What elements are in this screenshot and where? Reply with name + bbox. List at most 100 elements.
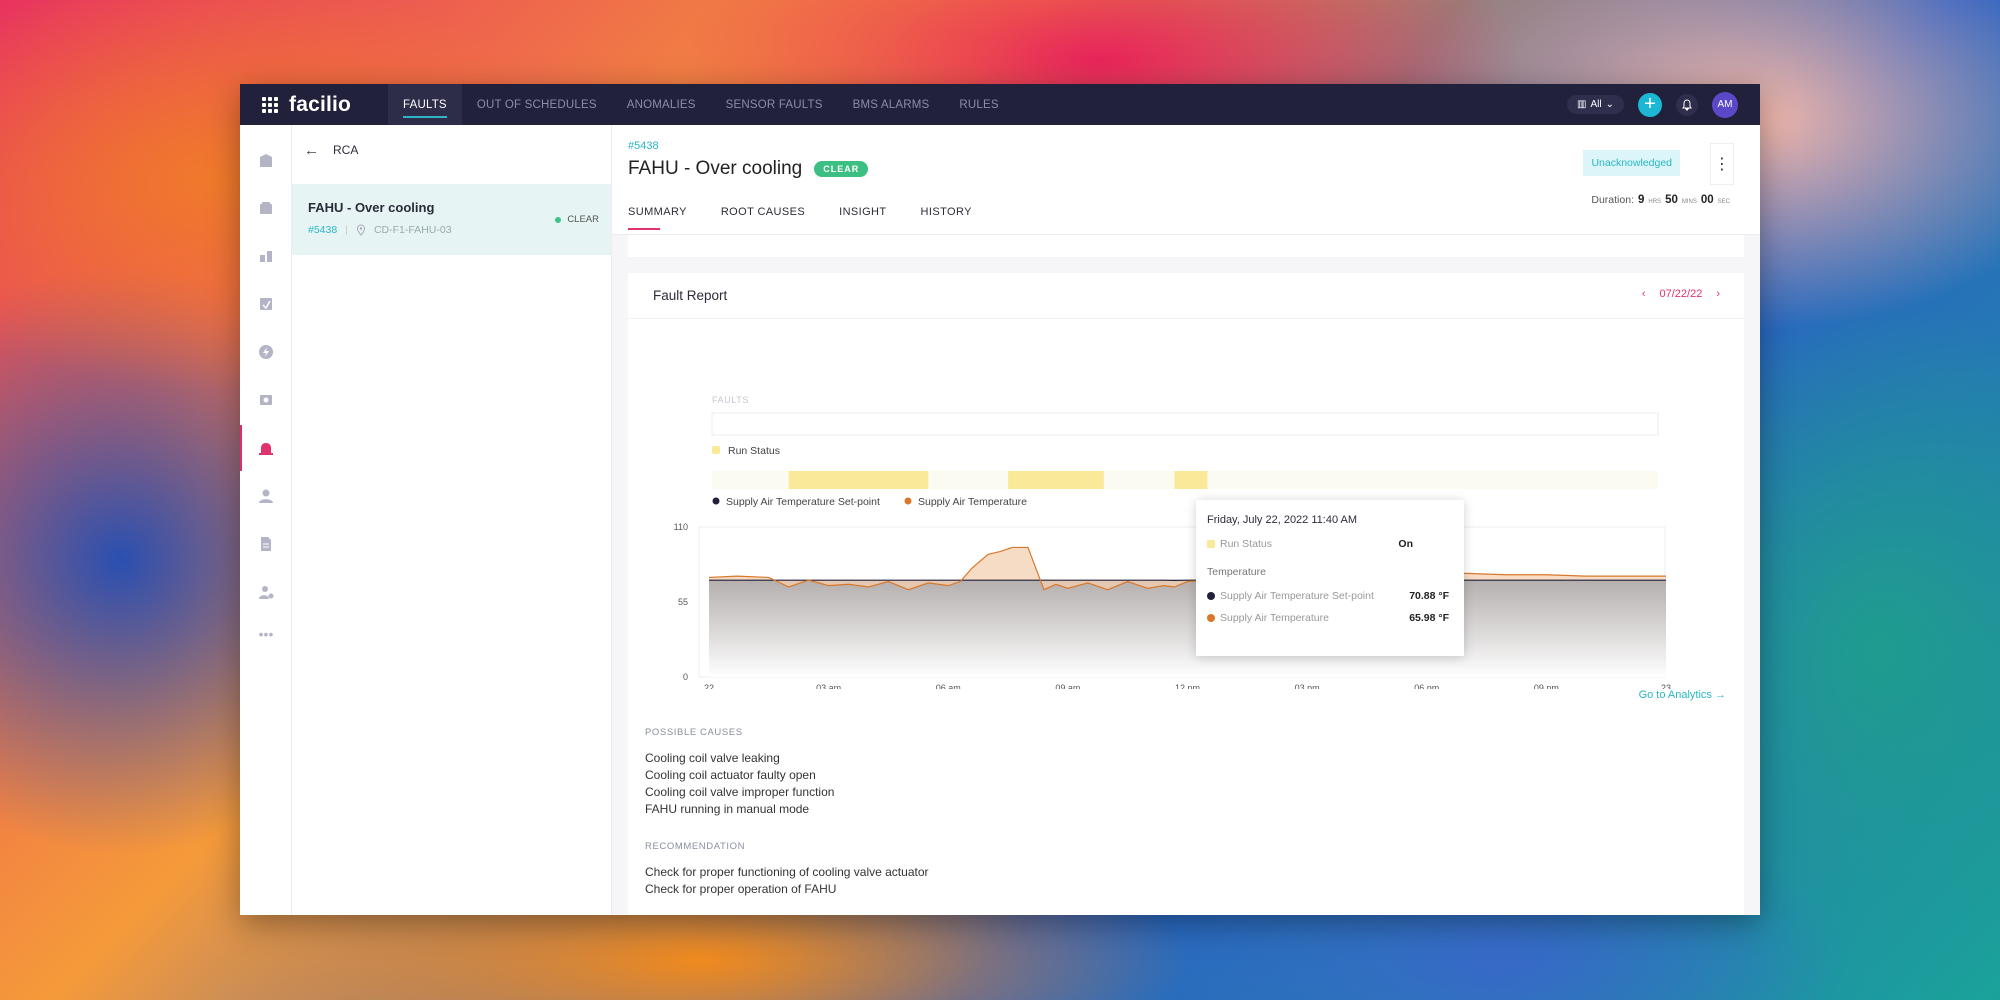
rail-admin-icon[interactable] [240,581,292,603]
user-avatar[interactable]: AM [1712,91,1738,118]
list-item: Check for proper operation of FAHU [645,882,837,896]
list-item-meta: #5438 | CD-F1-FAHU-03 [308,224,595,236]
run-status-bar-0 [788,471,929,489]
rail-energy-icon[interactable] [240,341,292,363]
duration-secs-unit: SEC [1717,199,1730,205]
y-tick-0: 0 [683,672,688,682]
series-legend-swatch-1 [904,497,912,505]
y-tick-2: 110 [674,522,688,532]
tooltip-section: Temperature [1207,566,1266,578]
fault-id: #5438 [628,140,659,152]
duration-mins-unit: MINS [1681,199,1697,205]
chevron-left-icon[interactable]: ‹ [1642,288,1646,300]
run-status-legend-label: Run Status [728,445,780,457]
list-item-id: #5438 [308,224,338,236]
temp-swatch-icon [1207,614,1215,622]
main-nav: FAULTS OUT OF SCHEDULES ANOMALIES SENSOR… [388,84,1014,125]
duration-hours: 9 [1637,194,1645,206]
series-legend-label-1: Supply Air Temperature [918,496,1027,508]
x-tick-2: 06 am [936,683,961,689]
run-status-bar-2 [1174,471,1208,489]
list-item[interactable]: FAHU - Over cooling #5438 | CD-F1-FAHU-0… [292,184,611,255]
rca-title: RCA [333,143,359,157]
rail-assets-icon[interactable] [240,197,292,219]
nav-sensor-faults[interactable]: SENSOR FAULTS [711,84,838,125]
back-arrow-icon[interactable]: ← [304,142,319,159]
run-status-bar-1 [1008,471,1104,489]
tab-insight[interactable]: INSIGHT [839,206,886,230]
rail-reports-icon[interactable] [240,533,292,555]
faults-lane [711,412,1659,436]
building-icon: ▥ [1577,99,1587,110]
logo[interactable]: facilio [289,93,351,117]
fault-header: #5438 FAHU - Over cooling CLEAR SUMMARY … [612,125,1760,235]
main-content: #5438 FAHU - Over cooling CLEAR SUMMARY … [612,125,1760,915]
rail-space-icon[interactable] [240,245,292,267]
tooltip-setpoint-label: Supply Air Temperature Set-point [1220,590,1374,602]
rail-maintenance-icon[interactable] [240,389,292,411]
top-actions: ▥ All ⌄ + AM [1567,84,1738,125]
nav-anomalies[interactable]: ANOMALIES [612,84,711,125]
rail-more-icon[interactable]: ••• [240,623,292,645]
clear-badge: CLEAR [814,161,869,177]
list-item: Cooling coil valve improper function [645,785,835,799]
nav-faults[interactable]: FAULTS [388,84,462,125]
top-bar: facilio FAULTS OUT OF SCHEDULES ANOMALIE… [240,84,1760,125]
list-item-location: CD-F1-FAHU-03 [373,224,452,236]
rail-alarms-icon[interactable] [240,425,292,471]
tab-root-causes[interactable]: ROOT CAUSES [721,206,805,230]
rail-people-icon[interactable] [240,485,292,507]
rail-workorders-icon[interactable] [240,293,292,315]
run-status-legend-swatch [712,446,720,454]
possible-causes: POSSIBLE CAUSES Cooling coil valve leaki… [645,727,834,818]
summary-strip [628,235,1744,257]
series-legend-swatch-0 [712,497,720,505]
x-tick-7: 09 pm [1534,683,1559,689]
duration-label: Duration: [1591,194,1634,206]
x-tick-1: 03 am [816,683,841,689]
x-tick-3: 09 am [1055,683,1080,689]
report-date[interactable]: 07/22/22 [1660,288,1703,300]
tooltip-date: Friday, July 22, 2022 11:40 AM [1207,514,1358,526]
status-badge: CLEAR [555,214,599,225]
nav-rules[interactable]: RULES [944,84,1013,125]
page-title: FAHU - Over cooling [628,158,803,179]
tooltip-temp-value: 65.98 °F [1409,612,1449,624]
status-dot-icon [555,216,562,223]
app-window: facilio FAULTS OUT OF SCHEDULES ANOMALIE… [240,84,1760,915]
apps-grid-icon[interactable] [262,96,278,113]
fault-chart: FAULTS Run Status Supply Air Temperature S… [674,395,1671,689]
possible-causes-label: POSSIBLE CAUSES [645,727,743,738]
add-button[interactable]: + [1638,92,1662,117]
list-item: FAHU running in manual mode [645,802,810,816]
chevron-right-icon[interactable]: › [1716,288,1720,300]
acknowledge-button[interactable]: Unacknowledged [1583,150,1680,176]
duration-secs: 00 [1700,194,1714,206]
tab-history[interactable]: HISTORY [921,206,972,230]
site-selector-label: All [1590,99,1602,110]
chevron-down-icon: ⌄ [1605,99,1614,110]
left-rail: ••• [240,125,292,915]
fault-report-card: Fault Report ‹ 07/22/22 › FAULTS Run Stat… [628,273,1744,915]
x-tick-0: 22 [704,683,714,689]
site-selector[interactable]: ▥ All ⌄ [1567,95,1624,114]
setpoint-swatch-icon [1207,592,1215,600]
x-tick-5: 03 pm [1295,683,1320,689]
chart-tooltip: Friday, July 22, 2022 11:40 AM Run Statu… [1196,500,1464,656]
setpoint-area [709,580,1666,677]
tooltip-run-status-row: Run Status On [1207,538,1453,550]
rail-portfolio-icon[interactable] [240,149,292,171]
recommendations: RECOMMENDATION Check for proper function… [645,841,929,898]
go-to-analytics-link[interactable]: Go to Analytics → [1639,689,1726,701]
notifications-bell-icon[interactable] [1676,93,1698,116]
more-options-icon[interactable]: ⋮ [1710,143,1734,185]
list-item: Cooling coil valve leaking [645,751,780,765]
duration-mins: 50 [1665,194,1678,206]
nav-bms-alarms[interactable]: BMS ALARMS [838,84,945,125]
tooltip-temp-row: Supply Air Temperature 65.98 °F [1207,612,1453,624]
nav-out-of-schedules[interactable]: OUT OF SCHEDULES [462,84,612,125]
series-legend-label-0: Supply Air Temperature Set-point [726,496,880,508]
tooltip-setpoint-row: Supply Air Temperature Set-point 70.88 °… [1207,590,1453,602]
tab-summary[interactable]: SUMMARY [628,206,687,230]
x-tick-6: 06 pm [1414,683,1439,689]
